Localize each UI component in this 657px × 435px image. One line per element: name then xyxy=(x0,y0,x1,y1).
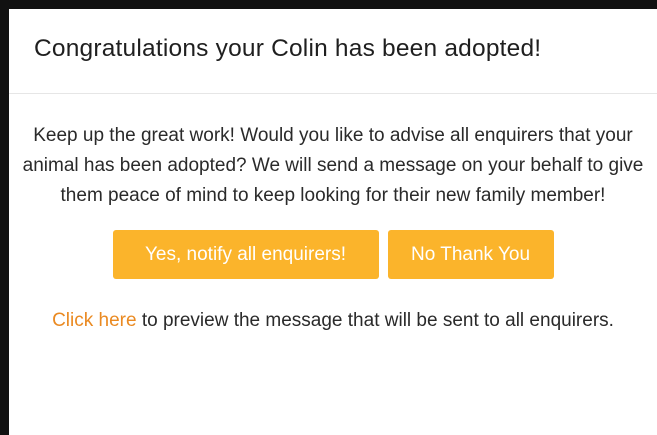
button-group: Yes, notify all enquirers! No Thank You xyxy=(15,230,651,279)
modal-body: Keep up the great work! Would you like t… xyxy=(9,94,657,336)
preview-rest-text: to preview the message that will be sent… xyxy=(136,310,614,331)
modal-message: Keep up the great work! Would you like t… xyxy=(22,125,644,206)
notify-enquirers-button[interactable]: Yes, notify all enquirers! xyxy=(112,230,379,279)
no-thank-you-button[interactable]: No Thank You xyxy=(387,230,554,279)
screenshot-frame: Congratulations your Colin has been adop… xyxy=(0,0,657,435)
preview-message-link[interactable]: Click here xyxy=(52,310,136,331)
preview-text: Click here to preview the message that w… xyxy=(33,306,633,336)
modal-header: Congratulations your Colin has been adop… xyxy=(9,9,657,94)
modal-title: Congratulations your Colin has been adop… xyxy=(34,35,542,62)
adoption-modal: Congratulations your Colin has been adop… xyxy=(9,9,657,435)
